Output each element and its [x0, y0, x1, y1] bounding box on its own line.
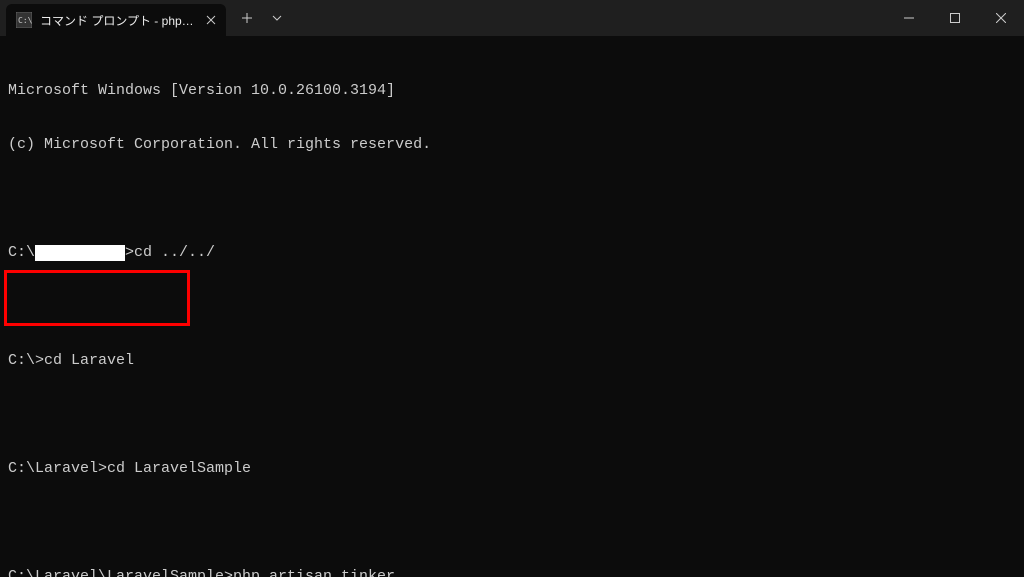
redacted-path — [35, 245, 125, 261]
minimize-button[interactable] — [886, 0, 932, 36]
tab-dropdown-button[interactable] — [262, 3, 292, 33]
terminal-window: C:\ コマンド プロンプト - php artisan — [0, 0, 1024, 577]
close-button[interactable] — [978, 0, 1024, 36]
prompt-prefix: C:\ — [8, 244, 35, 261]
tab-close-button[interactable] — [204, 12, 218, 28]
tab-area: C:\ コマンド プロンプト - php artisan — [0, 0, 886, 36]
active-tab[interactable]: C:\ コマンド プロンプト - php artisan — [6, 4, 226, 36]
cmd-icon: C:\ — [16, 12, 32, 28]
terminal-body[interactable]: Microsoft Windows [Version 10.0.26100.31… — [0, 36, 1024, 577]
command-text: >cd ../../ — [125, 244, 215, 261]
command-line: C:\>cd Laravel — [8, 352, 134, 369]
new-tab-button[interactable] — [232, 3, 262, 33]
svg-text:C:\: C:\ — [18, 16, 32, 25]
tab-title: コマンド プロンプト - php artisan — [40, 12, 196, 29]
output-line: Microsoft Windows [Version 10.0.26100.31… — [8, 82, 395, 99]
command-line: C:\Laravel>cd LaravelSample — [8, 460, 251, 477]
output-line: (c) Microsoft Corporation. All rights re… — [8, 136, 431, 153]
command-line: C:\Laravel\LaravelSample>php artisan tin… — [8, 568, 395, 577]
maximize-button[interactable] — [932, 0, 978, 36]
terminal-content: Microsoft Windows [Version 10.0.26100.31… — [8, 46, 1016, 577]
titlebar[interactable]: C:\ コマンド プロンプト - php artisan — [0, 0, 1024, 36]
window-controls — [886, 0, 1024, 36]
